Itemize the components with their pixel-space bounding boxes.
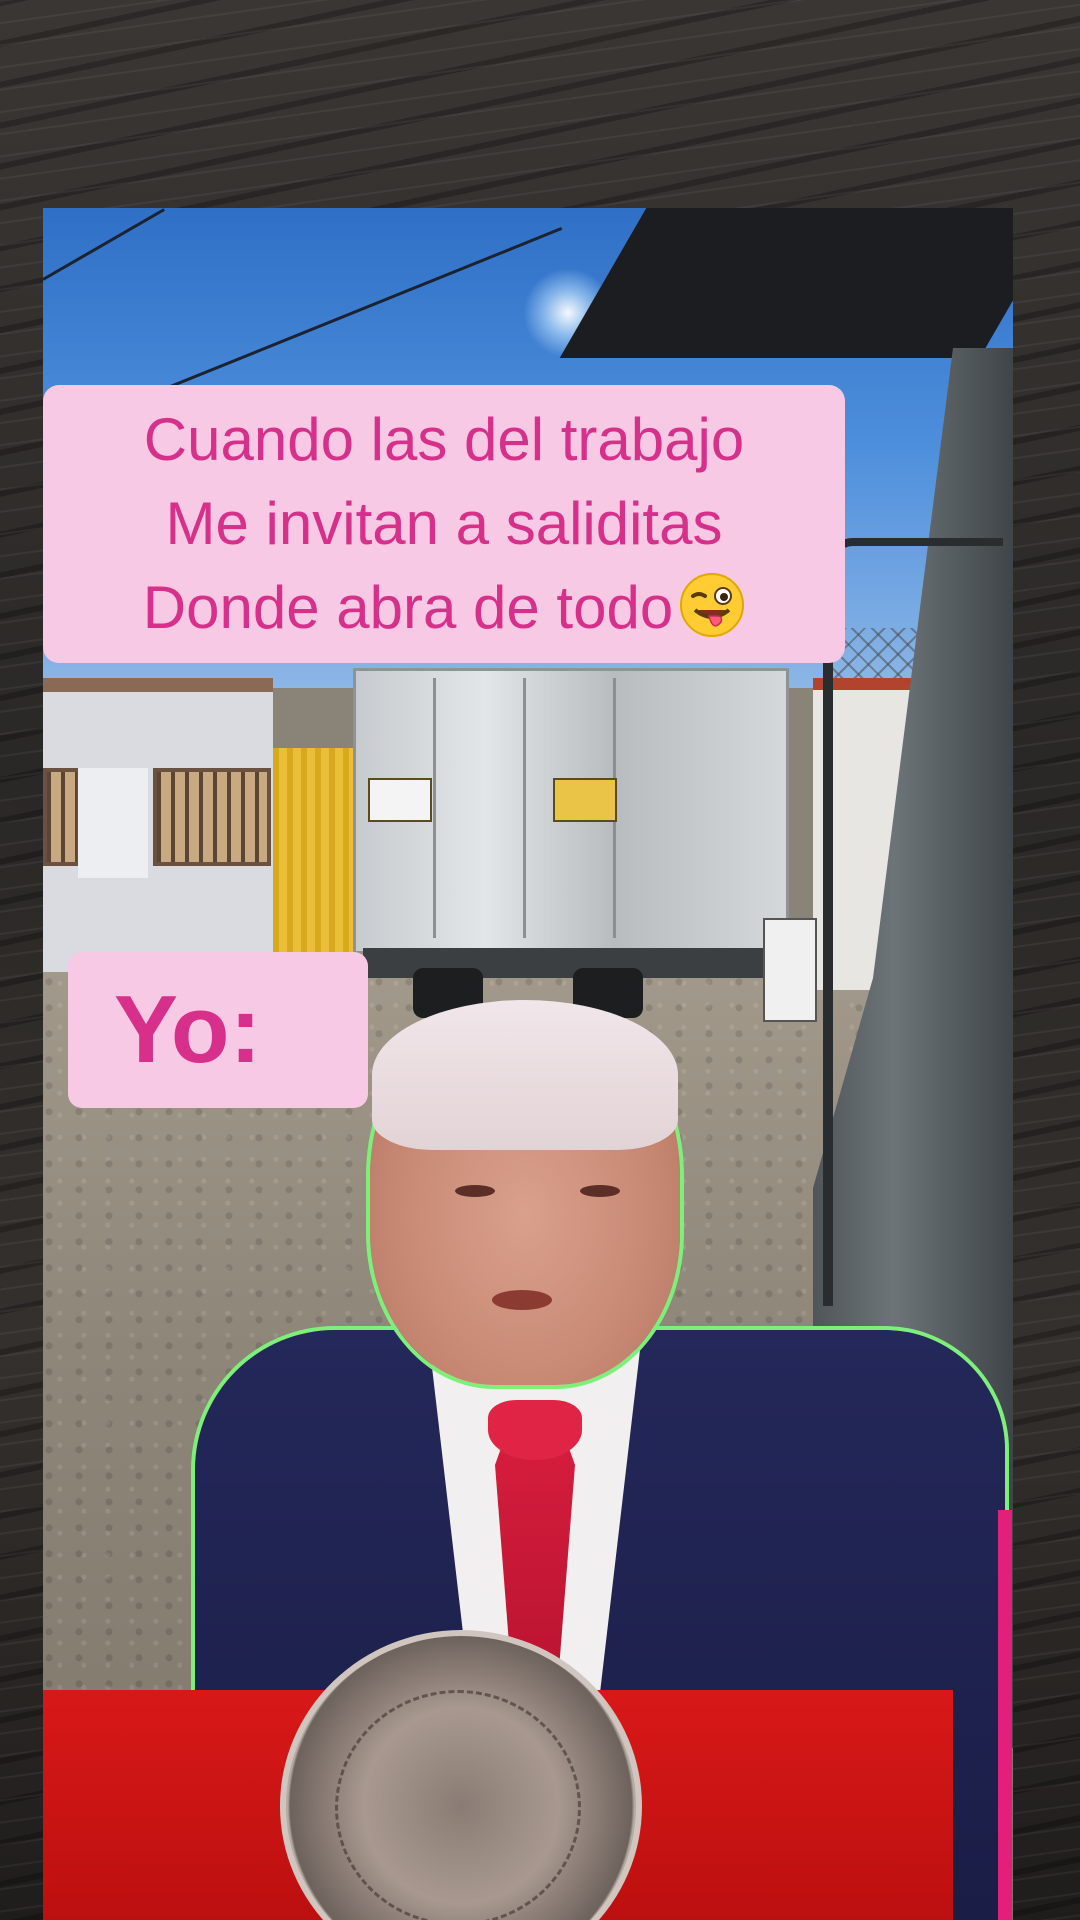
pink-edge-strip: [998, 1510, 1012, 1920]
caption-box: Cuando las del trabajo Me invitan a sali…: [43, 385, 845, 663]
guard-house-window: [43, 768, 81, 866]
caption-line-3: Donde abra de todo: [143, 566, 745, 650]
reaction-label-box: Yo:: [68, 952, 368, 1108]
truck-sticker: [368, 778, 432, 822]
reaction-label: Yo:: [114, 976, 262, 1083]
guard-house-sign: [78, 768, 148, 878]
meme-canvas: Cuando las del trabajo Me invitan a sali…: [0, 0, 1080, 1920]
car-window-frame: [823, 538, 1003, 1306]
truck-panel-line: [523, 678, 526, 938]
person-eye-right: [580, 1185, 620, 1197]
truck-sticker: [553, 778, 617, 822]
person-tie-knot: [488, 1400, 582, 1460]
caption-line-3-text: Donde abra de todo: [142, 574, 674, 641]
sign-post: [763, 918, 817, 1022]
guard-house-window: [153, 768, 271, 866]
truck-panel-line: [433, 678, 436, 938]
person-eye-left: [455, 1185, 495, 1197]
caption-line-1: Cuando las del trabajo: [143, 406, 745, 473]
winking-face-with-tongue-icon: [679, 572, 745, 638]
person-mouth: [492, 1290, 552, 1310]
podium-seal-ring: [335, 1690, 581, 1920]
caption-line-2: Me invitan a saliditas: [165, 490, 723, 557]
person-hair: [372, 1000, 678, 1150]
